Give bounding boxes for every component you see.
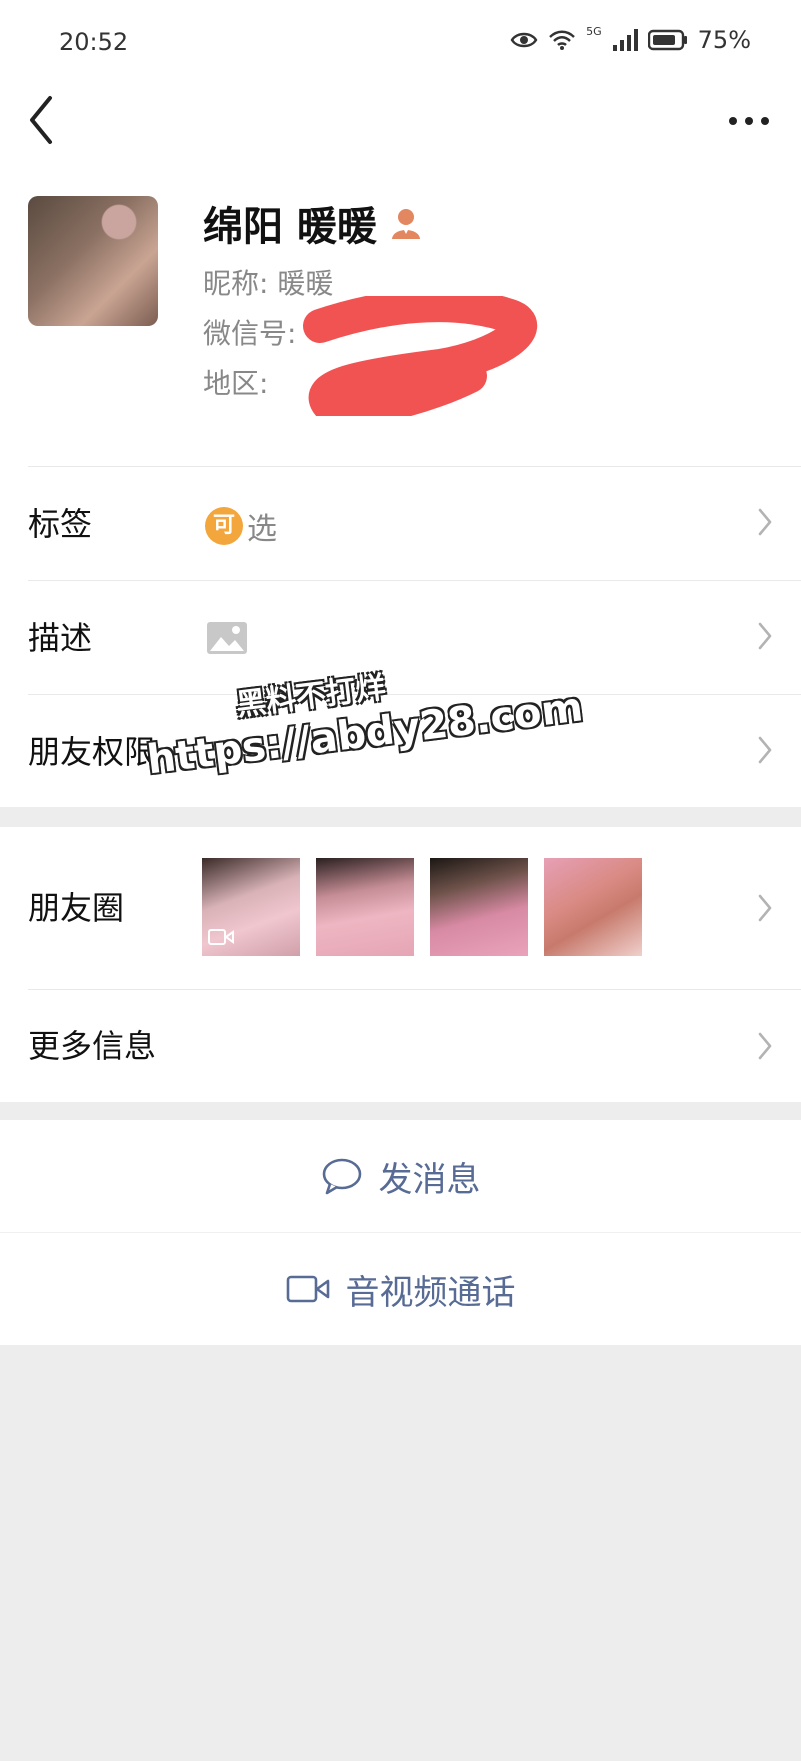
description-row[interactable]: 描述 (28, 580, 801, 694)
moments-photo[interactable] (430, 858, 528, 956)
redaction-scribble (303, 296, 537, 416)
eye-icon (510, 32, 538, 48)
tag-badge: 可 选 (205, 504, 277, 548)
person-icon (391, 209, 420, 239)
profile-card: 20:52 5G 75% 绵阳 暖暖 昵称: 暖暖 微信号: 地区: 标签 可 … (0, 0, 801, 807)
wechat-id-label: 微信号: (203, 317, 297, 350)
display-name: 绵阳 暖暖 (203, 204, 377, 250)
back-button[interactable] (22, 94, 62, 146)
moments-photo[interactable] (316, 858, 414, 956)
network-type: 5G (586, 24, 602, 38)
moments-row[interactable]: 朋友圈 (28, 827, 801, 989)
video-call-button[interactable]: 音视频通话 (0, 1232, 801, 1345)
wifi-icon (549, 30, 575, 50)
avatar[interactable] (28, 196, 158, 326)
tag-value: 选 (247, 512, 277, 547)
video-call-label: 音视频通话 (345, 1272, 516, 1313)
tags-title: 标签 (28, 505, 93, 543)
wechat-id-row: 微信号: (203, 312, 296, 352)
video-icon (208, 929, 234, 945)
chevron-right-icon (758, 622, 772, 650)
moments-photo[interactable] (202, 858, 300, 956)
tag-optional-icon: 可 (205, 507, 243, 545)
moments-title: 朋友圈 (28, 889, 125, 927)
chevron-right-icon (758, 736, 772, 764)
nickname-label: 昵称: (203, 267, 269, 300)
battery-icon (647, 29, 687, 51)
nav-bar (0, 86, 801, 196)
video-camera-icon (286, 1275, 329, 1303)
chat-bubble-icon (322, 1158, 361, 1195)
name-row: 绵阳 暖暖 (203, 196, 423, 250)
image-icon (207, 622, 247, 654)
status-bar: 20:52 5G 75% (0, 0, 801, 86)
send-message-button[interactable]: 发消息 (0, 1120, 801, 1232)
chevron-right-icon (758, 1032, 772, 1060)
more-options-icon[interactable] (727, 106, 771, 136)
signal-icon (612, 29, 638, 51)
battery-percent: 75% (697, 26, 751, 54)
status-icons: 5G 75% (510, 24, 751, 54)
actions-section: 发消息 音视频通话 (0, 1120, 801, 1345)
send-message-label: 发消息 (378, 1159, 481, 1200)
region-row: 地区: (203, 362, 268, 402)
more-info-row[interactable]: 更多信息 (28, 989, 801, 1103)
status-time: 20:52 (59, 28, 129, 56)
permissions-title: 朋友权限 (28, 733, 157, 771)
tags-row[interactable]: 标签 可 选 (28, 466, 801, 580)
moments-photo[interactable] (544, 858, 642, 956)
region-label: 地区: (203, 367, 269, 400)
more-info-title: 更多信息 (28, 1027, 157, 1065)
moments-thumbnails (202, 858, 642, 956)
moments-section: 朋友圈 更多信息 (0, 827, 801, 1102)
chevron-right-icon (758, 508, 772, 536)
chevron-right-icon (758, 894, 772, 922)
description-title: 描述 (28, 619, 93, 657)
